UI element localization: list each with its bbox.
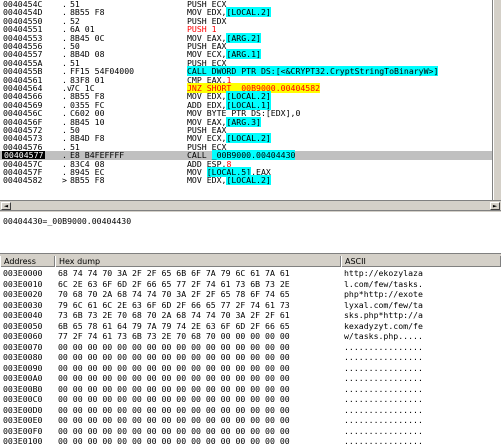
dump-address: 003E00D0 xyxy=(3,404,43,415)
dump-address: 003E0060 xyxy=(3,331,43,341)
dump-header: Address Hex dump ASCII xyxy=(0,256,501,267)
dump-hex-bytes: 00 00 00 00 00 00 00 00 00 00 00 00 00 0… xyxy=(58,415,290,425)
dump-row[interactable]: 003E0000 68 74 74 70 3A 2F 2F 65 6B 6F 7A… xyxy=(0,268,501,279)
dump-address: 003E00B0 xyxy=(3,383,43,394)
instruction-segment: MOV EDX, xyxy=(187,175,227,186)
dump-hex-bytes: 68 74 74 70 3A 2F 2F 65 6B 6F 7A 79 6C 6… xyxy=(58,268,290,278)
dump-address: 003E00F0 xyxy=(3,425,43,436)
dump-row[interactable]: 003E00E0 00 00 00 00 00 00 00 00 00 00 00… xyxy=(0,415,501,426)
dump-row[interactable]: 003E0070 00 00 00 00 00 00 00 00 00 00 00… xyxy=(0,342,501,353)
dump-address: 003E0010 xyxy=(3,278,43,289)
dump-ascii: kexadyzyt.com/fe xyxy=(344,320,423,331)
dump-row[interactable]: 003E0030 79 6C 61 6C 2E 63 6F 6D 2F 66 65… xyxy=(0,300,501,311)
dump-ascii: ................ xyxy=(344,415,423,425)
info-line: 00404430=_00B9000.00404430 xyxy=(3,216,132,226)
disassembly-horizontal-scrollbar[interactable]: ◄ ► xyxy=(0,200,501,211)
dump-ascii: ................ xyxy=(344,383,423,394)
dump-ascii: ................ xyxy=(344,341,423,352)
dump-hex-bytes: 00 00 00 00 00 00 00 00 00 00 00 00 00 0… xyxy=(58,404,290,415)
dump-hex-bytes: 00 00 00 00 00 00 00 00 00 00 00 00 00 0… xyxy=(58,425,290,436)
dump-ascii: sks.php*http://a xyxy=(344,310,423,320)
info-pane: 00404430=_00B9000.00404430 xyxy=(0,212,501,254)
dump-hex-bytes: 70 68 70 2A 68 74 74 70 3A 2F 2F 65 78 6… xyxy=(58,289,290,299)
dump-address: 003E00A0 xyxy=(3,373,43,383)
dump-row[interactable]: 003E00C0 00 00 00 00 00 00 00 00 00 00 00… xyxy=(0,394,501,405)
disassembly-pane[interactable]: 0040454C. 51 PUSH ECX 0040454D. 8B55 F8 MOV E… xyxy=(0,0,493,200)
jump-marker: > xyxy=(62,175,67,186)
dump-ascii: lyxal.com/few/ta xyxy=(344,299,423,310)
dump-hex-bytes: 00 00 00 00 00 00 00 00 00 00 00 00 00 0… xyxy=(58,394,290,404)
dump-address: 003E0050 xyxy=(3,320,43,331)
dump-address: 003E0030 xyxy=(3,299,43,310)
disasm-row[interactable]: 00404582 >8B55 F8 MOV EDX,[LOCAL.2] xyxy=(0,175,492,186)
dump-hex-bytes: 6C 2E 63 6F 6D 2F 66 65 77 2F 74 61 73 6… xyxy=(58,278,290,289)
dump-row[interactable]: 003E0090 00 00 00 00 00 00 00 00 00 00 00… xyxy=(0,363,501,374)
dump-hex-bytes: 00 00 00 00 00 00 00 00 00 00 00 00 00 0… xyxy=(58,383,290,394)
dump-ascii: http://ekozylaza xyxy=(344,268,423,278)
dump-address: 003E0080 xyxy=(3,352,43,362)
dump-row[interactable]: 003E0060 77 2F 74 61 73 6B 73 2E 70 68 70… xyxy=(0,331,501,342)
scroll-right-arrow-icon[interactable]: ► xyxy=(490,202,500,210)
dump-ascii: ................ xyxy=(344,404,423,415)
dump-address: 003E0040 xyxy=(3,310,43,320)
instruction-text: MOV EDX,[LOCAL.2] xyxy=(187,175,271,186)
dump-row[interactable]: 003E00F0 00 00 00 00 00 00 00 00 00 00 00… xyxy=(0,426,501,437)
dump-ascii: ................ xyxy=(344,352,423,362)
dump-ascii: ................ xyxy=(344,425,423,436)
dump-row[interactable]: 003E00D0 00 00 00 00 00 00 00 00 00 00 00… xyxy=(0,405,501,416)
opcode-bytes: 8B55 F8 xyxy=(70,175,105,186)
dump-ascii: w/tasks.php..... xyxy=(344,331,423,341)
column-header-address[interactable]: Address xyxy=(0,256,55,267)
dump-row[interactable]: 003E0020 70 68 70 2A 68 74 74 70 3A 2F 2F… xyxy=(0,289,501,300)
dump-hex-bytes: 00 00 00 00 00 00 00 00 00 00 00 00 00 0… xyxy=(58,352,290,362)
dump-ascii: ................ xyxy=(344,362,423,373)
dump-hex-bytes: 00 00 00 00 00 00 00 00 00 00 00 00 00 0… xyxy=(58,436,290,444)
column-header-hex-dump[interactable]: Hex dump xyxy=(55,256,341,267)
dump-ascii: php*http://exote xyxy=(344,289,423,299)
dump-row[interactable]: 003E0100 00 00 00 00 00 00 00 00 00 00 00… xyxy=(0,436,501,444)
scroll-left-arrow-icon[interactable]: ◄ xyxy=(1,202,11,210)
dump-hex-bytes: 73 6B 73 2E 70 68 70 2A 68 74 74 70 3A 2… xyxy=(58,310,290,320)
dump-address: 003E0070 xyxy=(3,341,43,352)
dump-ascii: ................ xyxy=(344,373,423,383)
dump-hex-bytes: 6B 65 78 61 64 79 7A 79 74 2E 63 6F 6D 2… xyxy=(58,320,290,331)
dump-row[interactable]: 003E0080 00 00 00 00 00 00 00 00 00 00 00… xyxy=(0,352,501,363)
dump-ascii: l.com/few/tasks. xyxy=(344,278,423,289)
dump-ascii: ................ xyxy=(344,436,423,444)
memory-dump-pane[interactable]: Address Hex dump ASCII 003E0000 68 74 74 … xyxy=(0,256,501,444)
dump-row[interactable]: 003E0010 6C 2E 63 6F 6D 2F 66 65 77 2F 74… xyxy=(0,279,501,290)
dump-row[interactable]: 003E00A0 00 00 00 00 00 00 00 00 00 00 00… xyxy=(0,373,501,384)
dump-row[interactable]: 003E0040 73 6B 73 2E 70 68 70 2A 68 74 74… xyxy=(0,310,501,321)
dump-address: 003E0100 xyxy=(3,436,43,444)
dump-hex-bytes: 79 6C 61 6C 2E 63 6F 6D 2F 66 65 77 2F 7… xyxy=(58,299,290,310)
dump-address: 003E0000 xyxy=(3,268,43,278)
dump-row[interactable]: 003E0050 6B 65 78 61 64 79 7A 79 74 2E 63… xyxy=(0,321,501,332)
instruction-address: 00404582 xyxy=(3,175,43,186)
operand-highlight: [LOCAL.2] xyxy=(226,175,271,186)
dump-address: 003E0090 xyxy=(3,362,43,373)
dump-hex-bytes: 00 00 00 00 00 00 00 00 00 00 00 00 00 0… xyxy=(58,362,290,373)
dump-address: 003E00C0 xyxy=(3,394,43,404)
dump-address: 003E0020 xyxy=(3,289,43,299)
dump-hex-bytes: 00 00 00 00 00 00 00 00 00 00 00 00 00 0… xyxy=(58,341,290,352)
dump-hex-bytes: 00 00 00 00 00 00 00 00 00 00 00 00 00 0… xyxy=(58,373,290,383)
dump-hex-bytes: 77 2F 74 61 73 6B 73 2E 70 68 70 00 00 0… xyxy=(58,331,290,341)
dump-ascii: ................ xyxy=(344,394,423,404)
dump-address: 003E00E0 xyxy=(3,415,43,425)
disassembly-vertical-scrollbar[interactable] xyxy=(493,0,501,200)
dump-row[interactable]: 003E00B0 00 00 00 00 00 00 00 00 00 00 00… xyxy=(0,384,501,395)
column-header-ascii[interactable]: ASCII xyxy=(341,256,501,267)
